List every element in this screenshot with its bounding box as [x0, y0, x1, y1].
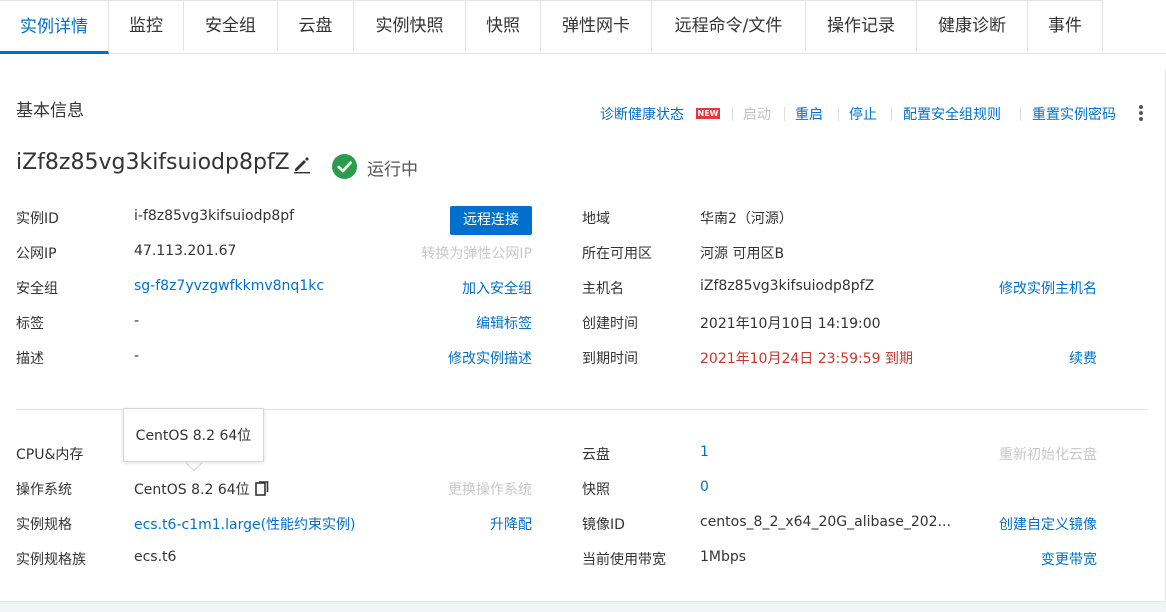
- value-zone: 河源 可用区B: [700, 246, 785, 262]
- renew-link[interactable]: 续费: [990, 348, 1097, 368]
- tab-monitoring[interactable]: 监控: [109, 0, 184, 51]
- remote-connect-button[interactable]: 远程连接: [450, 206, 532, 235]
- tab-events[interactable]: 事件: [1028, 0, 1103, 51]
- tab-security-group[interactable]: 安全组: [184, 0, 278, 51]
- modify-hostname-link[interactable]: 修改实例主机名: [960, 278, 1097, 298]
- join-security-group-link[interactable]: 加入安全组: [400, 278, 532, 298]
- value-public-ip: 47.113.201.67: [134, 243, 237, 259]
- value-region: 华南2（河源）: [700, 211, 793, 227]
- config-security-rules-link[interactable]: 配置安全组规则: [903, 104, 1001, 124]
- value-tags: -: [134, 313, 140, 329]
- edit-description-link[interactable]: 修改实例描述: [400, 348, 532, 368]
- snapshot-count-link[interactable]: 0: [700, 479, 709, 495]
- status-text: 运行中: [367, 160, 418, 180]
- label-region: 地域: [582, 211, 610, 227]
- instance-type-link[interactable]: ecs.t6-c1m1.large(性能约束实例): [134, 514, 356, 534]
- security-group-link[interactable]: sg-f8z7yvzgwfkkmv8nq1kc: [134, 278, 324, 294]
- create-custom-image-link[interactable]: 创建自定义镜像: [960, 514, 1097, 534]
- reinit-disk-link[interactable]: 重新初始化云盘: [940, 444, 1097, 464]
- new-badge: NEW: [696, 108, 720, 119]
- instance-name: iZf8z85vg3kifsuiodp8pfZ: [16, 150, 290, 175]
- change-os-link[interactable]: 更换操作系统: [400, 479, 532, 499]
- label-bandwidth: 当前使用带宽: [582, 552, 666, 568]
- value-os: CentOS 8.2 64位: [134, 482, 250, 498]
- value-instance-family: ecs.t6: [134, 549, 177, 565]
- reset-password-link[interactable]: 重置实例密码: [1032, 104, 1116, 124]
- label-image-id: 镜像ID: [582, 517, 625, 533]
- label-hostname: 主机名: [582, 281, 624, 297]
- section-title: 基本信息: [16, 101, 84, 121]
- tab-instance-snapshot[interactable]: 实例快照: [354, 0, 466, 51]
- separator: [784, 107, 785, 121]
- separator: [891, 107, 892, 121]
- label-instance-type: 实例规格: [16, 517, 72, 533]
- tab-remote-command[interactable]: 远程命令/文件: [652, 0, 806, 51]
- tab-instance-details[interactable]: 实例详情: [0, 0, 109, 54]
- page-bottom-border: [0, 601, 1166, 612]
- label-tags: 标签: [16, 316, 44, 332]
- edit-tags-link[interactable]: 编辑标签: [400, 313, 532, 333]
- label-cloud-disk: 云盘: [582, 447, 610, 463]
- tab-bar: 实例详情 监控 安全组 云盘 实例快照 快照 弹性网卡 远程命令/文件 操作记录…: [0, 0, 1166, 54]
- convert-eip-link[interactable]: 转换为弹性公网IP: [370, 243, 532, 263]
- tab-health-diagnosis[interactable]: 健康诊断: [917, 0, 1028, 51]
- separator: [838, 107, 839, 121]
- label-os: 操作系统: [16, 482, 72, 498]
- start-button[interactable]: 启动: [743, 104, 771, 124]
- value-expire-time: 2021年10月24日 23:59:59 到期: [700, 351, 914, 367]
- label-security-group: 安全组: [16, 281, 58, 297]
- value-hostname: iZf8z85vg3kifsuiodp8pfZ: [700, 278, 875, 294]
- tab-operation-log[interactable]: 操作记录: [806, 0, 917, 51]
- label-public-ip: 公网IP: [16, 246, 57, 262]
- change-bandwidth-link[interactable]: 变更带宽: [990, 549, 1097, 569]
- more-vertical-icon[interactable]: [1136, 104, 1146, 122]
- upgrade-downgrade-link[interactable]: 升降配: [400, 514, 532, 534]
- label-instance-id: 实例ID: [16, 211, 59, 227]
- check-circle-icon: [332, 154, 357, 179]
- label-expire-time: 到期时间: [582, 351, 638, 367]
- cloud-disk-count-link[interactable]: 1: [700, 444, 709, 460]
- label-created-time: 创建时间: [582, 316, 638, 332]
- label-description: 描述: [16, 351, 44, 367]
- value-bandwidth: 1Mbps: [700, 549, 747, 565]
- value-created-time: 2021年10月10日 14:19:00: [700, 316, 881, 332]
- pencil-icon[interactable]: [292, 154, 312, 174]
- copy-icon[interactable]: [255, 481, 269, 496]
- diagnose-health-link[interactable]: 诊断健康状态: [600, 104, 684, 124]
- value-image-id: centos_8_2_x64_20G_alibase_202...: [700, 514, 951, 530]
- value-description: -: [134, 348, 140, 364]
- stop-button[interactable]: 停止: [849, 104, 877, 124]
- tab-cloud-disk[interactable]: 云盘: [278, 0, 354, 51]
- restart-button[interactable]: 重启: [795, 104, 823, 124]
- value-instance-id: i-f8z85vg3kifsuiodp8pf: [134, 208, 295, 224]
- separator: [1020, 107, 1021, 121]
- separator: [732, 107, 733, 121]
- label-instance-family: 实例规格族: [16, 552, 86, 568]
- label-zone: 所在可用区: [582, 246, 652, 262]
- label-cpu-memory: CPU&内存: [16, 447, 84, 463]
- os-tooltip: CentOS 8.2 64位: [123, 408, 264, 462]
- tab-snapshot[interactable]: 快照: [466, 0, 541, 51]
- tab-eni[interactable]: 弹性网卡: [541, 0, 652, 51]
- label-snapshot: 快照: [582, 482, 610, 498]
